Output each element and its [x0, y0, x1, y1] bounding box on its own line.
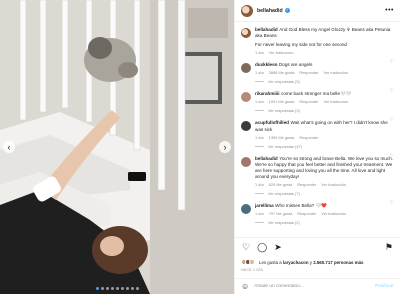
comment-bubble-icon[interactable]: ◯	[257, 243, 267, 252]
comment-translate-link[interactable]: Ver traducción	[321, 211, 346, 216]
comment-input[interactable]	[254, 284, 365, 289]
post-panel: bellahadid ✓ ••• bellahadid And God Bless…	[234, 0, 400, 294]
post-photo[interactable]: ‹ ›	[0, 0, 234, 294]
comment-time: 1 día	[255, 70, 264, 76]
comment-username[interactable]: rikarahmiiii	[255, 91, 280, 96]
comment-avatar[interactable]	[241, 63, 251, 74]
comment-translate-link[interactable]: Ver traducción	[323, 70, 348, 75]
next-slide-button[interactable]: ›	[219, 141, 231, 153]
carousel-indicator	[0, 287, 234, 290]
comment-reply-link[interactable]: Responder	[299, 70, 318, 75]
post-caption: bellahadid And God Bless my Angel Glozzy …	[235, 23, 400, 55]
comment-translate-link[interactable]: Ver traducción	[321, 182, 346, 187]
carousel-dot	[110, 287, 114, 290]
caption-avatar[interactable]	[241, 28, 251, 38]
comment-reply-link[interactable]: Responder	[299, 99, 318, 104]
comment-item: duxkklesn Dogs are angels 1 día 3888 Me g…	[235, 55, 400, 84]
comment-body: Dogs are angels	[278, 62, 313, 68]
carousel-dot	[130, 287, 134, 290]
likes-count[interactable]: 2.560.717 personas más	[313, 260, 363, 265]
photo-scene	[0, 0, 234, 294]
carousel-dot	[100, 287, 104, 290]
carousel-dot	[120, 287, 124, 290]
comment-like-heart-icon[interactable]: ♡	[390, 153, 394, 159]
comments-list[interactable]: bellahadid And God Bless my Angel Glozzy …	[235, 23, 400, 236]
caption-username[interactable]: bellahadid	[255, 27, 278, 32]
comment-like-count[interactable]: 797 Me gusta	[269, 211, 293, 216]
comment-composer: ☺ Publicar	[235, 278, 400, 294]
comment-time: 1 día	[255, 211, 264, 217]
comment-text: acupfullofhilled Wait what's going on wit…	[255, 120, 394, 132]
comment-text: jarellima Who misses Bella? 🤍❤️	[255, 203, 394, 209]
comment-reply-link[interactable]: Responder	[297, 211, 316, 216]
chevron-right-icon: ›	[223, 141, 227, 152]
likes-prefix: Les gusta a	[259, 259, 283, 265]
comment-body: Who misses Bella? 🤍❤️	[275, 203, 327, 209]
comment-avatar[interactable]	[241, 121, 251, 132]
comment-meta: 1 día 1001 Me gusta Responder Ver traduc…	[255, 99, 394, 104]
chevron-left-icon: ‹	[7, 141, 11, 152]
comment-username[interactable]: duxkklesn	[255, 62, 277, 67]
comment-like-heart-icon[interactable]: ♡	[390, 88, 394, 94]
comment-username[interactable]: jarellima	[255, 203, 274, 208]
verified-badge-icon: ✓	[284, 8, 290, 13]
likes-text[interactable]: Les gusta a laryachacon y 2.560.717 pers…	[259, 260, 364, 265]
comment-username[interactable]: bellahadid	[255, 156, 278, 161]
post-header: bellahadid ✓ •••	[235, 0, 400, 22]
publish-button[interactable]: Publicar	[375, 284, 394, 289]
comment-avatar[interactable]	[241, 204, 251, 215]
carousel-dot	[105, 287, 109, 290]
comment-item: jarellima Who misses Bella? 🤍❤️ 1 día 797…	[235, 196, 400, 225]
comment-text: bellahadid You're so strong and brave Bel…	[255, 156, 394, 180]
comment-like-count[interactable]: 3888 Me gusta	[269, 70, 295, 75]
comment-like-heart-icon[interactable]: ♡	[390, 59, 394, 65]
smiley-icon[interactable]: ☺	[241, 282, 249, 291]
ellipsis-icon[interactable]: •••	[385, 7, 394, 14]
comment-avatar[interactable]	[241, 92, 251, 103]
likes-user[interactable]: laryachacon	[283, 260, 309, 265]
comment-translate-link[interactable]: Ver traducción	[323, 99, 348, 104]
comment-body: come back stronger ma belle🤍🤍	[281, 91, 352, 97]
liker-avatar[interactable]	[249, 259, 255, 265]
comment-avatar[interactable]	[241, 156, 251, 167]
author-username[interactable]: bellahadid	[257, 8, 283, 14]
carousel-dot	[95, 287, 99, 290]
comment-username[interactable]: acupfullofhilled	[255, 120, 289, 125]
comment-meta: 1 día 797 Me gusta Responder Ver traducc…	[255, 211, 394, 216]
comment-time: 1 día	[255, 99, 264, 105]
comment-time: 1 día	[255, 182, 264, 188]
previous-slide-button[interactable]: ‹	[3, 141, 15, 153]
view-replies-link[interactable]: Ver respuestas (2)	[255, 220, 394, 225]
comment-like-count[interactable]: 1001 Me gusta	[269, 99, 295, 104]
author-avatar[interactable]	[241, 4, 253, 17]
comment-text: rikarahmiiii come back stronger ma belle🤍…	[255, 91, 394, 97]
comment-like-heart-icon[interactable]: ♡	[390, 117, 394, 123]
comment-like-heart-icon[interactable]: ♡	[390, 200, 394, 206]
bookmark-icon[interactable]: ⚑	[385, 243, 393, 252]
comment-item: acupfullofhilled Wait what's going on wit…	[235, 113, 400, 149]
caption-line-2: For never leaving my side not for one se…	[255, 42, 347, 48]
comment-reply-link[interactable]: Responder	[299, 135, 318, 140]
like-heart-icon[interactable]: ♡	[242, 243, 250, 252]
share-send-icon[interactable]: ➤	[274, 243, 282, 252]
comment-meta: 1 día 1390 Me gusta Responder	[255, 135, 394, 140]
comment-meta: 1 día 829 Me gusta Responder Ver traducc…	[255, 182, 394, 187]
comment-item: bellahadid You're so strong and brave Bel…	[235, 149, 400, 196]
carousel-dot	[135, 287, 139, 290]
liker-avatars	[241, 259, 255, 265]
post-actions: ♡ ◯ ➤ ⚑	[235, 237, 400, 257]
comment-time: 1 día	[255, 134, 264, 140]
likes-summary: Les gusta a laryachacon y 2.560.717 pers…	[241, 259, 394, 265]
post-date: HACE 1 DÍA	[241, 268, 263, 272]
carousel-dot	[125, 287, 129, 290]
caption-text: bellahadid And God Bless my Angel Glozzy …	[255, 27, 394, 39]
comment-like-count[interactable]: 829 Me gusta	[269, 182, 293, 187]
comment-like-count[interactable]: 1390 Me gusta	[269, 135, 295, 140]
comment-reply-link[interactable]: Responder	[297, 182, 316, 187]
comment-text: duxkklesn Dogs are angels	[255, 62, 394, 68]
comment-meta: 1 día 3888 Me gusta Responder Ver traduc…	[255, 70, 394, 75]
comment-item: rikarahmiiii come back stronger ma belle🤍…	[235, 84, 400, 113]
carousel-dot	[115, 287, 119, 290]
